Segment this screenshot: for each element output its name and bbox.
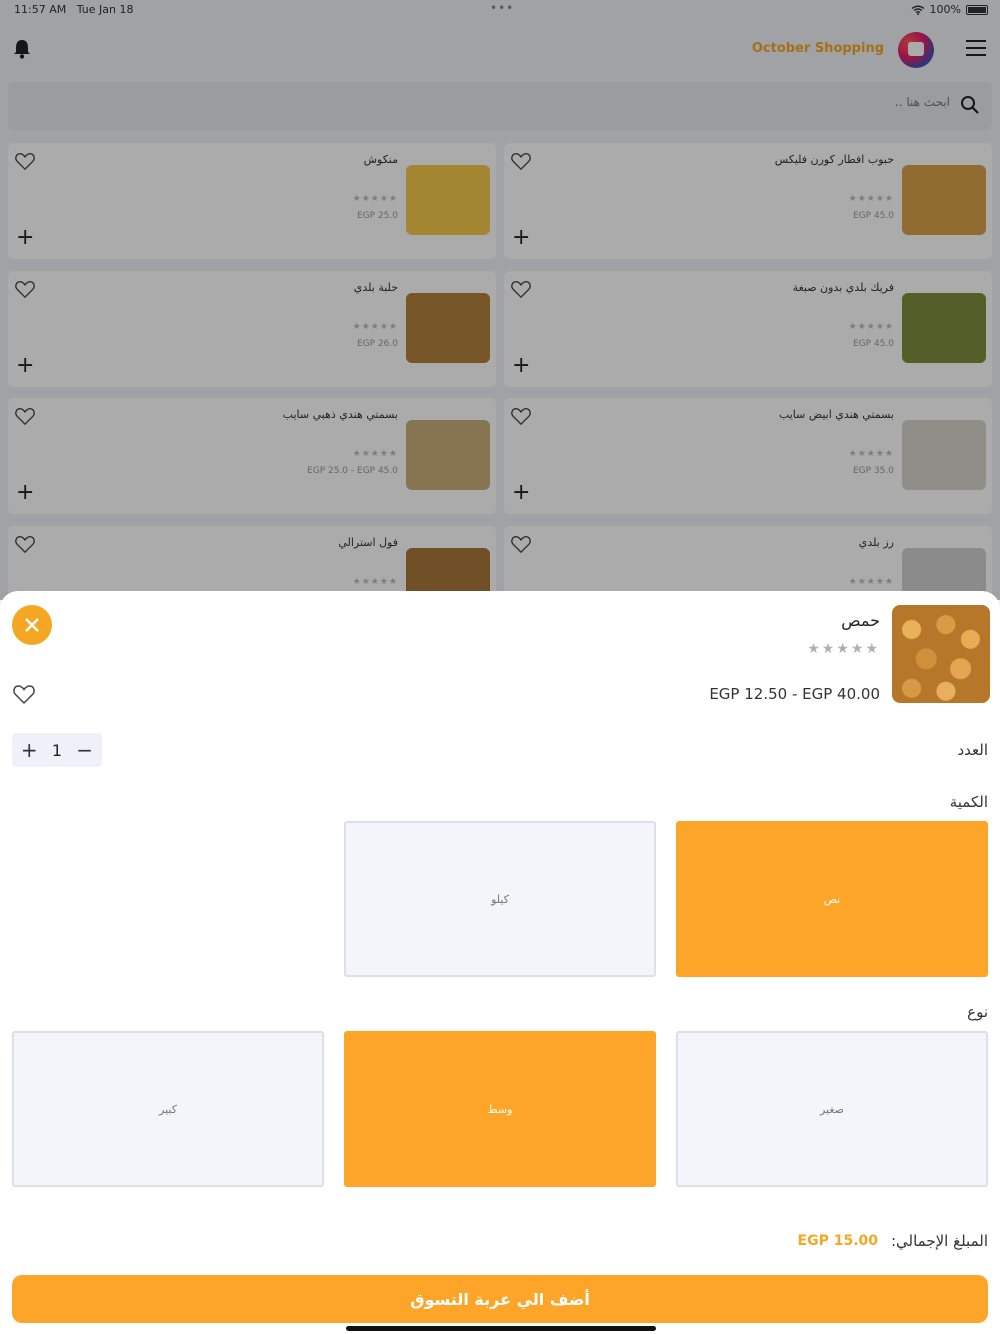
decrement-button[interactable]: − xyxy=(73,738,97,762)
home-indicator[interactable] xyxy=(346,1326,656,1331)
type-label: نوع xyxy=(967,1003,988,1021)
close-button[interactable] xyxy=(12,605,52,645)
total-label: المبلغ الإجمالي: xyxy=(890,1232,988,1250)
modal-backdrop[interactable] xyxy=(0,0,1000,600)
product-price: EGP 12.50 - EGP 40.00 xyxy=(709,685,880,703)
product-options-sheet: حمص ★★★★★ EGP 12.50 - EGP 40.00 + 1 − ال… xyxy=(0,591,1000,1334)
product-name: حمص xyxy=(841,611,880,630)
quantity-value: 1 xyxy=(51,740,63,760)
total-value: EGP 15.00 xyxy=(797,1233,878,1249)
quantity-stepper: + 1 − xyxy=(12,733,102,767)
type-option-large[interactable]: كبير xyxy=(12,1031,324,1187)
heart-icon[interactable] xyxy=(12,683,36,705)
close-icon xyxy=(25,618,39,632)
type-option-small[interactable]: صغير xyxy=(676,1031,988,1187)
add-to-cart-button[interactable]: أضف الي عربة التسوق xyxy=(12,1275,988,1323)
product-image xyxy=(892,605,990,703)
amount-option-kilo[interactable]: كيلو xyxy=(344,821,656,977)
amount-option-half[interactable]: نص xyxy=(676,821,988,977)
type-option-medium[interactable]: وسط xyxy=(344,1031,656,1187)
quantity-label: العدد xyxy=(957,741,988,759)
product-rating: ★★★★★ xyxy=(807,641,880,657)
increment-button[interactable]: + xyxy=(17,738,41,762)
amount-label: الكمية xyxy=(949,793,988,811)
